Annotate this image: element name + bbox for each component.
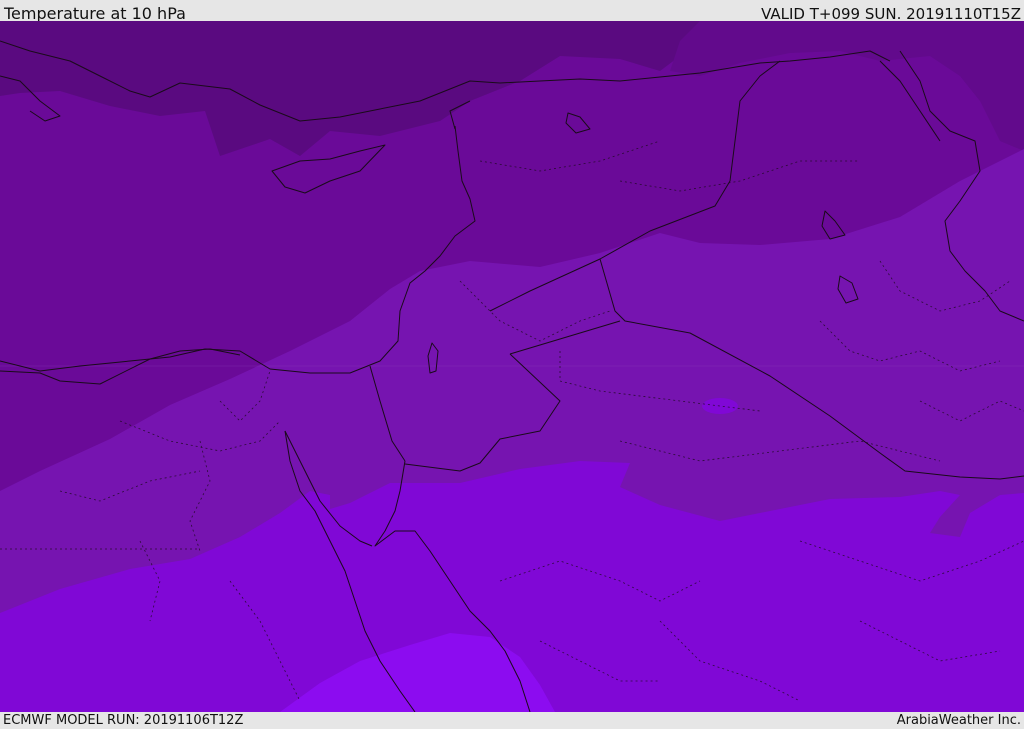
weather-map[interactable] [0, 21, 1024, 712]
credit: ArabiaWeather Inc. [896, 713, 1021, 728]
header-bar: Temperature at 10 hPa VALID T+099 SUN. 2… [0, 0, 1024, 23]
map-canvas [0, 21, 1024, 712]
warm-pocket [702, 398, 738, 414]
model-run: ECMWF MODEL RUN: 20191106T12Z [3, 713, 244, 728]
footer-bar: ECMWF MODEL RUN: 20191106T12Z ArabiaWeat… [0, 712, 1024, 729]
